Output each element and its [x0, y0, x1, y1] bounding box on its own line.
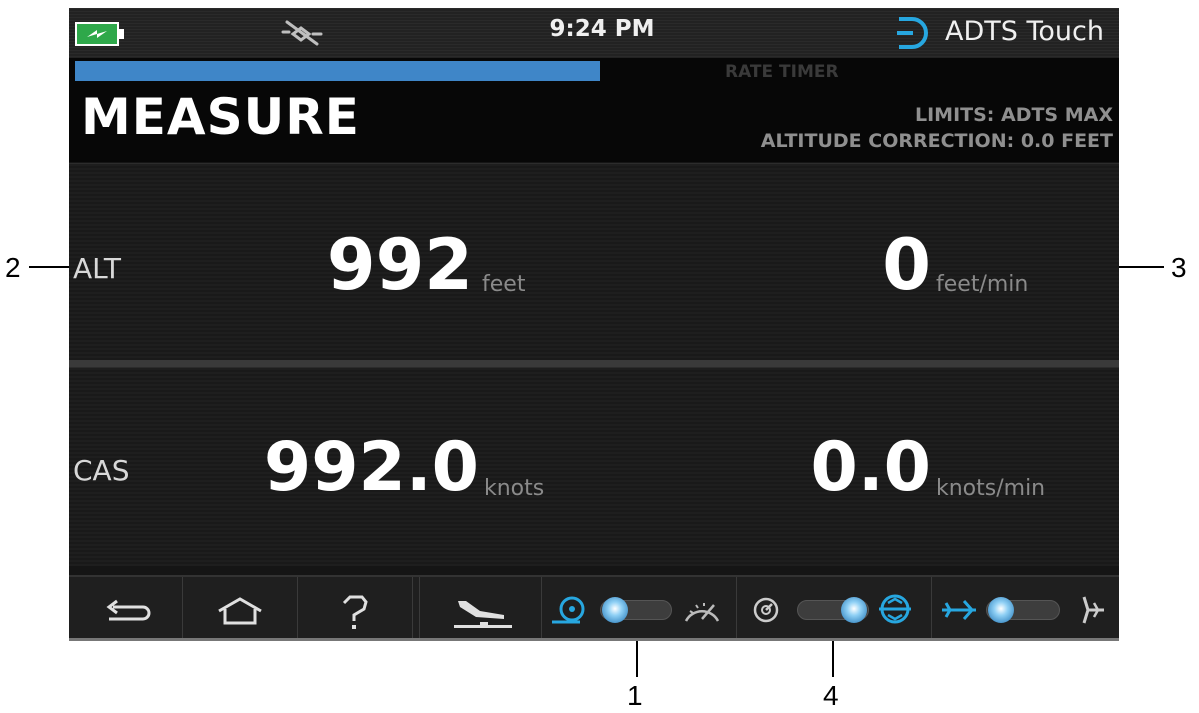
landing-button[interactable] — [419, 577, 542, 641]
help-icon — [342, 595, 368, 629]
altitude-correction-text: ALTITUDE CORRECTION: 0.0 FEET — [760, 130, 1113, 152]
aircraft-icon — [942, 600, 976, 620]
bluetooth-disconnected-icon[interactable] — [279, 18, 325, 48]
cas-label: CAS — [73, 454, 130, 487]
aircraft-toggle-knob — [988, 597, 1014, 623]
alt-panel[interactable]: ALT 992 feet 0 feet/min — [69, 163, 1119, 360]
screen-bottom-edge — [69, 638, 1119, 641]
landing-icon — [454, 601, 512, 628]
cas-value: 992.0 — [263, 428, 479, 507]
home-icon — [218, 597, 262, 625]
aircraft-toggle[interactable] — [932, 577, 1119, 641]
callout-4-line — [832, 641, 834, 677]
attitude-icon — [879, 594, 911, 624]
brand-logo-icon — [897, 17, 928, 49]
callout-1-line — [636, 641, 638, 677]
cas-rate-value: 0.0 — [810, 428, 931, 507]
back-icon — [106, 599, 151, 621]
measure-control-toggle[interactable] — [542, 577, 737, 641]
gauge-dial-icon — [753, 597, 779, 623]
brand-name: ADTS Touch — [945, 16, 1104, 47]
status-clock: 9:24 PM — [549, 16, 655, 42]
header: RATE TIMER MEASURE LIMITS: ADTS MAX ALTI… — [69, 58, 1119, 162]
callout-4: 4 — [823, 680, 839, 711]
callout-3: 3 — [1171, 252, 1187, 283]
bottom-toolbar — [69, 575, 1119, 641]
cas-panel[interactable]: CAS 992.0 knots 0.0 knots/min — [69, 367, 1119, 566]
callout-3-line — [1119, 266, 1164, 268]
measure-icon — [552, 596, 585, 624]
alt-unit: feet — [482, 272, 526, 297]
help-button[interactable] — [298, 577, 413, 641]
page-title: MEASURE — [81, 88, 360, 146]
alt-rate-value: 0 — [882, 224, 931, 306]
panel-separator — [69, 360, 1119, 367]
battery-charging-icon — [75, 22, 124, 46]
callout-2-line — [29, 266, 69, 268]
device-screen: 9:24 PM ADTS Touch RATE TIMER MEASURE LI… — [69, 8, 1119, 641]
status-bar: 9:24 PM ADTS Touch — [69, 8, 1119, 58]
cas-unit: knots — [484, 476, 545, 501]
limits-text: LIMITS: ADTS MAX — [914, 104, 1113, 126]
callout-1: 1 — [627, 680, 643, 711]
callout-2: 2 — [5, 252, 21, 283]
gauge-attitude-toggle[interactable] — [737, 577, 932, 641]
measure-control-toggle-knob — [602, 597, 628, 623]
alt-label: ALT — [73, 252, 122, 285]
home-button[interactable] — [183, 577, 298, 641]
gauge-attitude-toggle-knob — [841, 597, 867, 623]
rate-timer-label: RATE TIMER — [725, 62, 839, 82]
rate-timer-progress — [75, 61, 600, 81]
back-button[interactable] — [69, 577, 183, 641]
alt-value: 992 — [326, 224, 473, 306]
gauge-icon — [684, 603, 720, 622]
alt-rate-unit: feet/min — [936, 272, 1029, 297]
rotor-icon — [1082, 596, 1104, 624]
cas-rate-unit: knots/min — [936, 476, 1046, 501]
